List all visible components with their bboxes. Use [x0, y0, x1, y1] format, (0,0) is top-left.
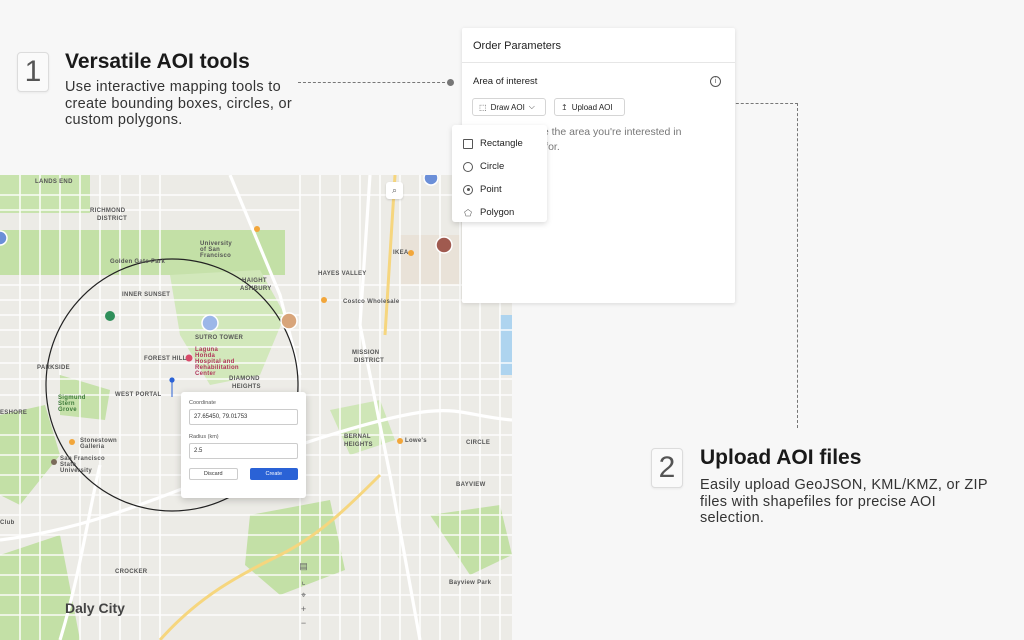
circle-parameters-popup: Coordinate 27.65450, 79.01753 Radius (km… — [181, 392, 306, 498]
map-label: FOREST HILL — [144, 356, 187, 362]
map-label: Lowe's — [405, 438, 427, 444]
map-label: HAIGHT — [242, 278, 267, 284]
feature-title-aoi-tools: Versatile AOI tools — [65, 50, 250, 73]
description-line: files with shapefiles for precise AOI — [700, 493, 936, 510]
step-number-text: 2 — [658, 451, 676, 484]
step-number-2: 2 — [651, 448, 683, 488]
map-label: SUTRO TOWER — [195, 335, 244, 341]
draw-aoi-dropdown: Rectangle Circle Point ⬠ Polygon — [452, 125, 547, 222]
create-button[interactable]: Create — [249, 468, 298, 480]
map-label: CROCKER — [115, 569, 148, 575]
help-line: ne the area you're interested in — [537, 126, 682, 138]
coordinate-input[interactable]: 27.65450, 79.01753 — [189, 409, 298, 425]
map-label: HEIGHTS — [232, 384, 261, 390]
map-label: DIAMOND — [229, 376, 260, 382]
description-line: custom polygons. — [65, 112, 183, 128]
square-icon — [463, 138, 473, 149]
zoom-out-icon[interactable]: − — [297, 617, 310, 630]
connector-dot-1 — [447, 79, 454, 86]
dropdown-item-polygon[interactable]: ⬠ Polygon — [452, 201, 547, 224]
map-label: ASHBURY — [240, 286, 272, 292]
map-label: DISTRICT — [354, 358, 385, 364]
draw-icon: ⬚ — [479, 102, 487, 112]
map-label: PARKSIDE — [37, 365, 70, 371]
map-label: WEST PORTAL — [115, 392, 162, 398]
description-line: Easily upload GeoJSON, KML/KMZ, or ZIP — [700, 477, 988, 493]
map-label: LANDS END — [35, 179, 73, 185]
aoi-center-point[interactable] — [169, 377, 175, 383]
description-line: create bounding boxes, circles, or — [65, 95, 293, 112]
map-label-city: Daly City — [65, 600, 125, 616]
radius-label: Radius (km) — [189, 434, 219, 440]
map-label: IKEA — [393, 250, 409, 256]
help-line: s for. — [537, 141, 560, 153]
map-label: BERNAL — [344, 434, 371, 440]
connector-line-1 — [298, 82, 450, 83]
map-label: DISTRICT — [97, 216, 128, 222]
upload-aoi-label: Upload AOI — [571, 102, 613, 112]
map-label: ESHORE — [0, 410, 28, 416]
map-label: Laguna Honda Hospital and Rehabilitation… — [195, 347, 239, 377]
map-label: Bayview Park — [449, 580, 492, 586]
dropdown-item-label: Circle — [480, 161, 505, 172]
map-label: HAYES VALLEY — [318, 271, 367, 277]
feature-title-upload: Upload AOI files — [700, 446, 862, 469]
step-number-text: 1 — [24, 55, 42, 88]
info-icon[interactable]: i — [710, 76, 721, 87]
map-label: MISSION — [352, 350, 380, 356]
map-label: RICHMOND — [90, 208, 126, 214]
circle-icon — [463, 161, 473, 172]
locate-icon[interactable]: ⌖ — [297, 589, 310, 602]
connector-line-3 — [797, 103, 798, 428]
map-view[interactable]: LANDS END RICHMOND DISTRICT Golden Gate … — [0, 175, 512, 640]
draw-aoi-button[interactable]: ⬚ Draw AOI ⌵ — [472, 98, 546, 116]
aoi-label: Area of interest — [473, 76, 538, 87]
divider — [462, 62, 735, 63]
point-icon — [463, 184, 473, 195]
ruler-icon[interactable]: ⌞ — [297, 575, 310, 588]
map-label: INNER SUNSET — [122, 292, 171, 298]
dropdown-item-label: Point — [480, 184, 502, 195]
description-line: selection. — [700, 510, 765, 526]
upload-icon: ↥ — [561, 102, 568, 112]
dropdown-item-label: Polygon — [480, 207, 515, 218]
zoom-in-icon[interactable]: + — [297, 603, 310, 616]
map-label: BAYVIEW — [456, 482, 486, 488]
chevron-down-icon: ⌵ — [528, 102, 535, 111]
map-label: CIRCLE — [466, 440, 491, 446]
draw-aoi-label: Draw AOI — [490, 102, 525, 112]
dropdown-item-label: Rectangle — [480, 138, 523, 149]
description-line: Use interactive mapping tools to — [65, 79, 281, 95]
upload-aoi-button[interactable]: ↥ Upload AOI — [554, 98, 625, 116]
map-search-button[interactable]: ⌕ — [386, 182, 403, 199]
map-label: Club — [0, 520, 15, 526]
map-label: Sigmund Stern Grove — [58, 395, 86, 413]
coordinate-label: Coordinate — [189, 400, 216, 406]
feature-description-aoi-tools: Use interactive mapping tools to create … — [65, 79, 305, 129]
map-label: HEIGHTS — [344, 442, 373, 448]
panel-title: Order Parameters — [473, 40, 562, 52]
map-label: Stonestown Galleria — [80, 438, 117, 450]
discard-button[interactable]: Discard — [189, 468, 238, 480]
map-label: University of San Francisco — [200, 241, 233, 259]
polygon-icon: ⬠ — [464, 207, 472, 218]
map-label: Costco Wholesale — [343, 299, 400, 305]
aoi-help-text: ne the area you're interested in s for. — [537, 125, 727, 155]
feature-description-upload: Easily upload GeoJSON, KML/KMZ, or ZIP f… — [700, 477, 1000, 527]
dropdown-item-circle[interactable]: Circle — [452, 155, 547, 178]
dropdown-item-point[interactable]: Point — [452, 178, 547, 201]
dropdown-item-rectangle[interactable]: Rectangle — [452, 132, 547, 155]
map-label: Golden Gate Park — [110, 259, 166, 265]
map-label: San Francisco State University — [60, 456, 105, 474]
radius-input[interactable]: 2.5 — [189, 443, 298, 459]
step-number-1: 1 — [17, 52, 49, 92]
layers-icon[interactable]: ▤ — [297, 560, 310, 573]
